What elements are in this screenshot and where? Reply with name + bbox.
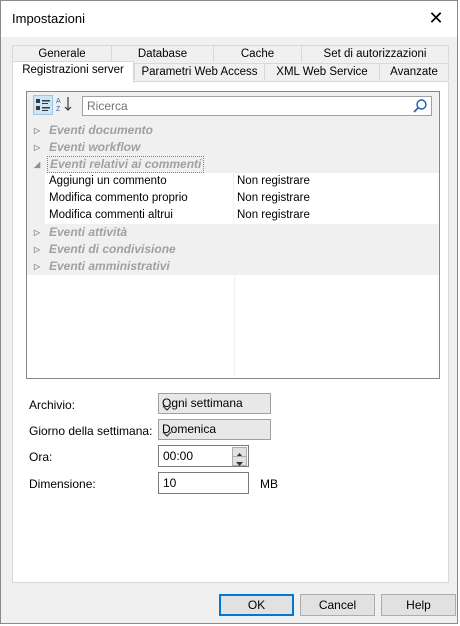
giorno-label: Giorno della settimana: — [29, 424, 153, 438]
tab-registrazioni-server[interactable]: Registrazioni server — [12, 61, 134, 83]
property-name: Modifica commento proprio — [27, 190, 233, 207]
ora-time-field[interactable]: 00:00 — [158, 445, 249, 467]
dialog-title: Impostazioni — [12, 11, 85, 26]
tab-parametri-web-access[interactable]: Parametri Web Access — [134, 63, 265, 80]
ora-spinner — [232, 447, 247, 466]
dimensione-field[interactable]: 10 — [158, 472, 249, 494]
close-icon[interactable]: ✕ — [425, 7, 447, 29]
svg-text:Z: Z — [56, 106, 61, 113]
cancel-button[interactable]: Cancel — [300, 594, 375, 616]
search-icon[interactable] — [412, 98, 428, 117]
category-eventi-commenti[interactable]: ◢ Eventi relativi ai commenti — [27, 156, 439, 173]
category-eventi-condivisione[interactable]: ▷ Eventi di condivisione — [27, 241, 439, 258]
svg-text:A: A — [56, 98, 61, 105]
dimensione-label: Dimensione: — [29, 477, 96, 491]
categorized-view-icon[interactable] — [33, 95, 53, 115]
tab-row-front: Registrazioni server Parametri Web Acces… — [12, 61, 449, 83]
expand-arrow-icon[interactable]: ▷ — [34, 224, 40, 241]
ok-button[interactable]: OK — [219, 594, 294, 616]
property-grid: A Z Ricerca ▷ Eventi documento ▷ Eventi … — [26, 91, 440, 379]
category-eventi-amministrativi[interactable]: ▷ Eventi amministrativi — [27, 258, 439, 275]
property-value[interactable]: Non registrare — [234, 173, 439, 190]
property-row[interactable]: Modifica commento proprio Non registrare — [27, 190, 439, 207]
tab-avanzate[interactable]: Avanzate — [379, 63, 449, 80]
grid-toolbar: A Z — [27, 92, 439, 120]
tab-set-autorizzazioni[interactable]: Set di autorizzazioni — [301, 45, 449, 62]
category-eventi-documento[interactable]: ▷ Eventi documento — [27, 122, 439, 139]
expand-arrow-icon[interactable]: ▷ — [34, 258, 40, 275]
expand-arrow-icon[interactable]: ▷ — [34, 139, 40, 156]
archivio-label: Archivio: — [29, 398, 76, 412]
chevron-down-icon — [162, 400, 265, 414]
tab-database[interactable]: Database — [111, 45, 214, 62]
property-value[interactable]: Non registrare — [234, 190, 439, 207]
title-bar: Impostazioni ✕ — [1, 1, 457, 37]
expand-arrow-icon[interactable]: ▷ — [34, 122, 40, 139]
property-name: Aggiungi un commento — [27, 173, 233, 190]
tab-panel: A Z Ricerca ▷ Eventi documento ▷ Eventi … — [12, 81, 449, 583]
property-value[interactable]: Non registrare — [234, 207, 439, 224]
ora-value: 00:00 — [163, 449, 194, 463]
tab-cache[interactable]: Cache — [213, 45, 302, 62]
dimensione-unit: MB — [260, 477, 278, 491]
property-row[interactable]: Modifica commenti altrui Non registrare — [27, 207, 439, 224]
tab-xml-web-service[interactable]: XML Web Service — [264, 63, 380, 80]
search-box — [82, 96, 432, 116]
property-row[interactable]: Aggiungi un commento Non registrare — [27, 173, 439, 190]
search-input[interactable] — [87, 98, 397, 114]
spin-down-icon[interactable] — [232, 456, 247, 466]
expand-arrow-icon[interactable]: ▷ — [34, 241, 40, 258]
category-eventi-workflow[interactable]: ▷ Eventi workflow — [27, 139, 439, 156]
help-button[interactable]: Help — [381, 594, 456, 616]
sort-alphabetical-icon[interactable]: A Z — [55, 95, 75, 115]
chevron-down-icon — [162, 426, 265, 440]
tab-generale[interactable]: Generale — [12, 45, 112, 62]
giorno-select[interactable]: Domenica — [158, 419, 271, 440]
property-name: Modifica commenti altrui — [27, 207, 233, 224]
settings-dialog: Impostazioni ✕ Generale Database Cache S… — [0, 0, 458, 624]
dimensione-value: 10 — [163, 476, 177, 490]
grid-rows: ▷ Eventi documento ▷ Eventi workflow ◢ E… — [27, 122, 439, 275]
archivio-select[interactable]: Ogni settimana — [158, 393, 271, 414]
collapse-arrow-icon[interactable]: ◢ — [34, 156, 40, 173]
category-eventi-attivita[interactable]: ▷ Eventi attività — [27, 224, 439, 241]
ora-label: Ora: — [29, 450, 53, 464]
